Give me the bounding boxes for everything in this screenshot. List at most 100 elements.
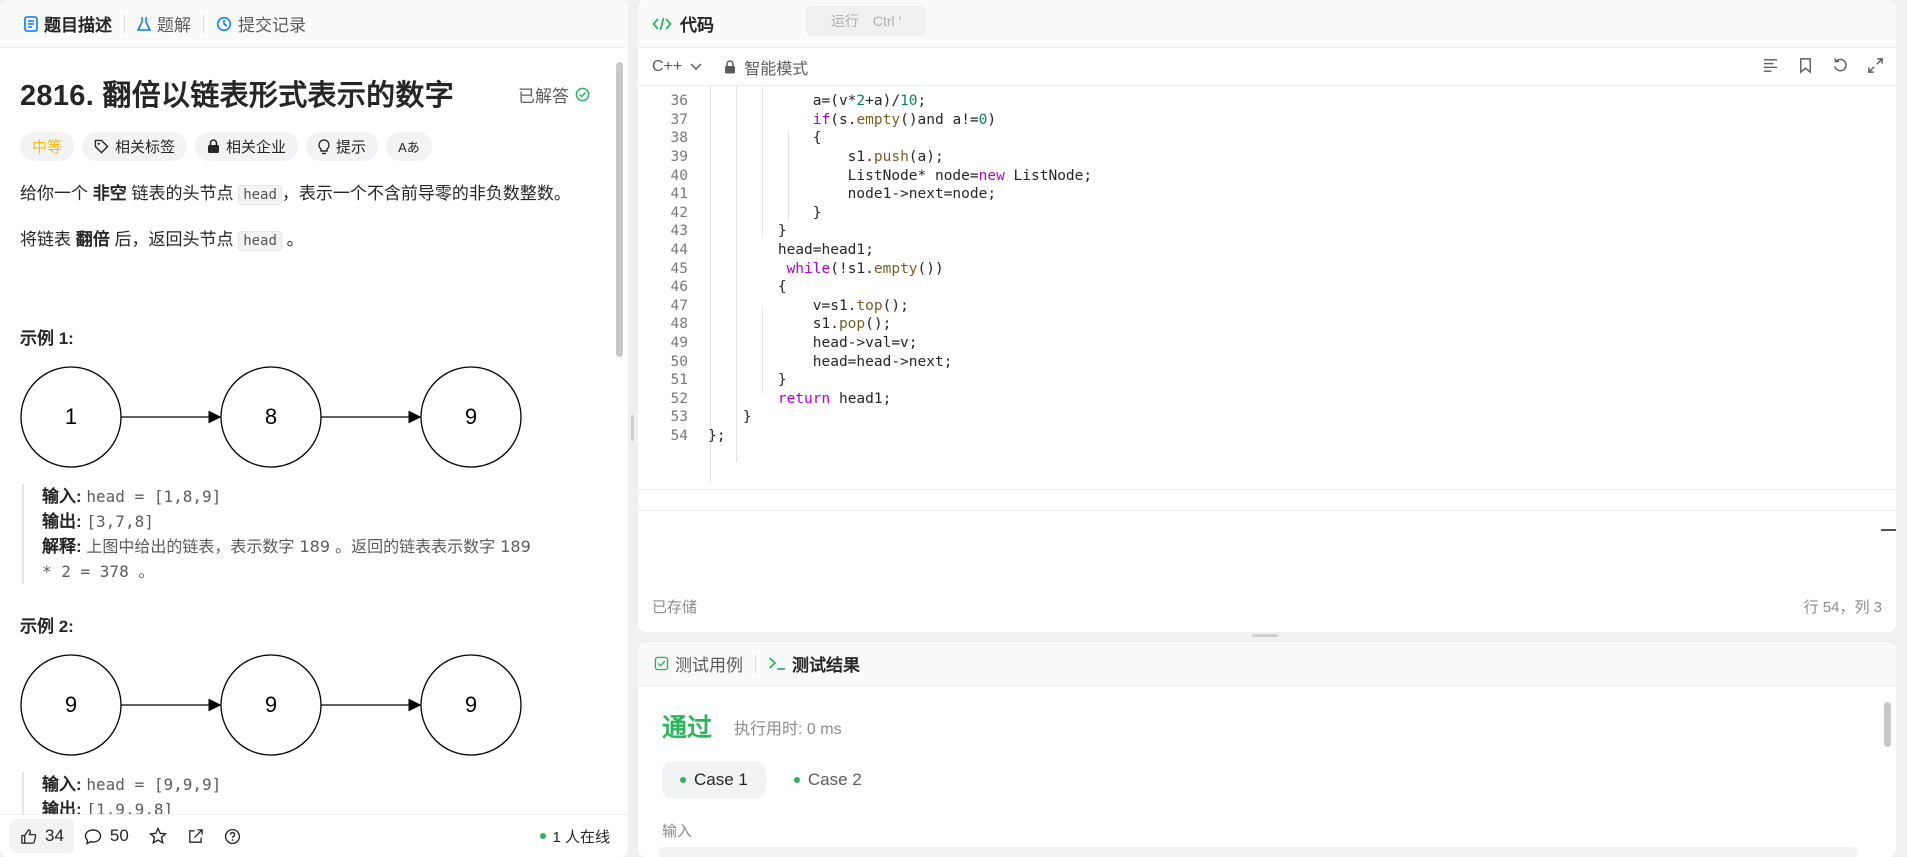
line-number: 44: [670, 241, 688, 258]
input-value: head = [9,9,9]: [86, 775, 222, 794]
format-icon[interactable]: [1762, 57, 1779, 74]
language-select[interactable]: C++: [652, 58, 702, 76]
case-label: Case 2: [807, 770, 862, 789]
minimap-cursor: [1881, 529, 1896, 531]
desc-text: 后，返回头节点: [114, 230, 234, 249]
code-text: return head1;: [777, 390, 892, 407]
related-tags-button[interactable]: 相关标签: [82, 132, 188, 161]
problem-title: 2816. 翻倍以链表形式表示的数字: [20, 80, 455, 112]
line-number: 51: [670, 372, 688, 389]
tab-solutions[interactable]: 题解: [131, 11, 197, 36]
input-box[interactable]: [658, 847, 1858, 857]
explain-value: 上图中给出的链表，表示数字 189 。返回的链表表示数字 189: [86, 537, 531, 556]
solved-label: 已解答: [518, 87, 569, 106]
line-number: 47: [670, 297, 688, 314]
desc-text: 。: [286, 230, 304, 249]
cursor-position: 行 54，列 3: [1803, 599, 1882, 616]
mode-toggle[interactable]: 智能模式: [724, 55, 808, 79]
divider: [124, 14, 125, 33]
run-shortcut: Ctrl ': [872, 13, 902, 29]
node-value: 9: [465, 404, 477, 429]
saved-status: 已存储: [652, 599, 698, 616]
solved-status: 已解答: [518, 82, 590, 107]
line-number: 40: [670, 167, 688, 184]
code-title: 代码: [680, 16, 714, 35]
panel-resize-handle[interactable]: [1252, 634, 1278, 637]
online-label: 1 人在线: [552, 828, 610, 846]
code-line[interactable]: 54};: [638, 425, 1896, 447]
code-text: node1->next=node;: [708, 186, 997, 203]
tag-row: 中等 相关标签 相关企业 提示 Aあ: [20, 132, 432, 161]
comment-count: 50: [109, 826, 129, 845]
case-tab-1[interactable]: Case 1: [662, 762, 766, 798]
desc-bold: 非空: [92, 184, 127, 203]
line-number: 36: [670, 93, 688, 110]
code-toolbar: C++ 智能模式: [638, 48, 1896, 86]
code-text: head->val=v;: [708, 334, 918, 351]
line-number: 43: [670, 223, 688, 240]
runtime: 执行用时: 0 ms: [734, 721, 842, 738]
node-value: 9: [65, 692, 77, 717]
line-number: 37: [670, 111, 688, 128]
pass-dot: [793, 777, 800, 783]
online-dot: [540, 833, 547, 839]
bookmark-icon[interactable]: [1797, 57, 1814, 74]
line-number: 50: [670, 353, 688, 370]
line-number: 45: [670, 260, 688, 277]
input-label: 输入:: [42, 487, 82, 506]
example-2-diagram: 9 9 9: [20, 654, 522, 756]
tab-submissions[interactable]: 提交记录: [210, 11, 312, 36]
line-number: 49: [670, 334, 688, 351]
line-number: 42: [670, 204, 688, 221]
code-text: };: [708, 427, 726, 444]
line-number: 39: [670, 148, 688, 165]
editor-status-bar: 已存储 行 54，列 3: [638, 596, 1896, 617]
current-line-highlight: [638, 489, 1896, 511]
hint-button[interactable]: 提示: [306, 132, 379, 161]
panel-resize-handle[interactable]: [631, 415, 634, 441]
code-editor[interactable]: 36 a=(v*2+a)/10; 37 if(s.empty()and a!=0)…: [638, 86, 1896, 576]
explain-value: * 2 = 378 。: [42, 562, 155, 581]
code-text: while(!s1.empty()): [786, 260, 944, 277]
online-count: 1 人在线: [540, 826, 610, 847]
line-number: 41: [670, 186, 688, 203]
problem-footer: 34 50 1 人在线: [0, 814, 628, 857]
tab-description[interactable]: 题目描述: [18, 11, 118, 36]
translate-button[interactable]: Aあ: [386, 132, 432, 161]
like-button[interactable]: 34: [10, 819, 74, 853]
scrollbar[interactable]: [1884, 702, 1891, 747]
related-companies-button[interactable]: 相关企业: [195, 132, 299, 161]
case-tab-2[interactable]: Case 2: [776, 762, 880, 798]
divider: [203, 14, 204, 33]
related-companies-label: 相关企业: [226, 139, 287, 156]
lightbulb-icon: [318, 138, 330, 154]
code-text: }: [708, 223, 787, 240]
code-text: s1.push(a);: [708, 148, 944, 165]
scrollbar[interactable]: [616, 62, 623, 357]
inline-code: head: [238, 231, 282, 251]
description-paragraph-1: 给你一个 非空 链表的头节点 head ，表示一个不含前导零的非负数整数。: [20, 181, 571, 208]
divider: [755, 654, 756, 673]
reset-icon[interactable]: [1832, 57, 1849, 74]
tab-test-result[interactable]: 测试结果: [768, 651, 860, 676]
comments-button[interactable]: 50: [74, 819, 139, 853]
example-1-diagram: 1 8 9: [20, 366, 522, 468]
desc-bold: 翻倍: [75, 230, 110, 249]
lock-icon: [725, 59, 736, 73]
check-circle-icon: [575, 87, 590, 102]
output-value: [3,7,8]: [86, 512, 154, 531]
code-text: {: [708, 279, 787, 296]
tab-testcase[interactable]: 测试用例: [654, 651, 743, 676]
favorite-button[interactable]: [139, 819, 177, 853]
help-button[interactable]: [214, 819, 251, 853]
line-number: 48: [670, 316, 688, 333]
code-text: a=(v*2+a)/10;: [708, 93, 927, 110]
share-button[interactable]: [177, 819, 214, 853]
inline-code: head: [238, 185, 282, 205]
difficulty-badge: 中等: [20, 132, 75, 161]
code-panel: 代码 运行 Ctrl ' C++ 智能模式 36 a=(v*2+a)/10; 3…: [638, 0, 1896, 632]
run-tooltip: 运行 Ctrl ': [806, 6, 926, 36]
pass-dot: [680, 777, 686, 783]
node-value: 8: [265, 404, 277, 429]
expand-icon[interactable]: [1867, 57, 1884, 74]
